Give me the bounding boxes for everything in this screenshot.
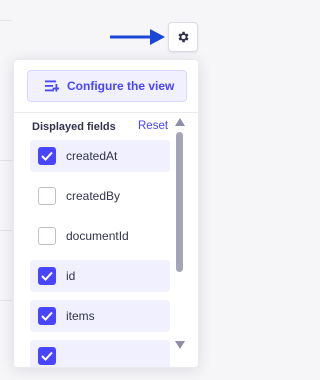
background-divider [0,160,12,161]
displayed-fields-title: Displayed fields [32,121,116,133]
field-row-id[interactable]: id [30,260,170,292]
field-row-items[interactable]: items [30,300,170,332]
popover-divider [14,112,198,113]
check-icon [41,311,53,321]
gear-icon [178,31,189,43]
field-label: id [66,269,76,283]
field-label: createdBy [66,189,121,203]
checkbox[interactable] [38,227,56,245]
check-icon [41,351,53,361]
background-divider [0,300,12,301]
field-row-documentid[interactable]: documentId [30,220,170,252]
checkbox[interactable] [38,347,56,365]
configure-view-button[interactable]: Configure the view [27,70,187,102]
checkbox[interactable] [38,307,56,325]
check-icon [41,151,53,161]
scrollbar-thumb[interactable] [176,132,183,272]
reset-link[interactable]: Reset [138,120,168,132]
scroll-up-arrow-icon[interactable] [175,118,185,126]
field-row-partial[interactable] [30,340,170,367]
field-list: createdAt createdBy documentId id items [30,140,170,367]
checkbox[interactable] [38,267,56,285]
configure-view-label: Configure the view [67,79,175,93]
background-divider [0,20,12,21]
field-label: createdAt [66,149,118,163]
field-label: items [66,309,95,323]
check-icon [41,271,53,281]
field-row-createdby[interactable]: createdBy [30,180,170,212]
list-settings-icon [45,80,59,92]
scroll-down-arrow-icon[interactable] [175,341,185,349]
checkbox[interactable] [38,147,56,165]
checkbox[interactable] [38,187,56,205]
settings-button[interactable] [168,22,198,52]
field-row-createdat[interactable]: createdAt [30,140,170,172]
background-divider [0,230,12,231]
view-settings-popover: Configure the view Displayed fields Rese… [13,59,199,368]
field-label: documentId [66,229,129,243]
